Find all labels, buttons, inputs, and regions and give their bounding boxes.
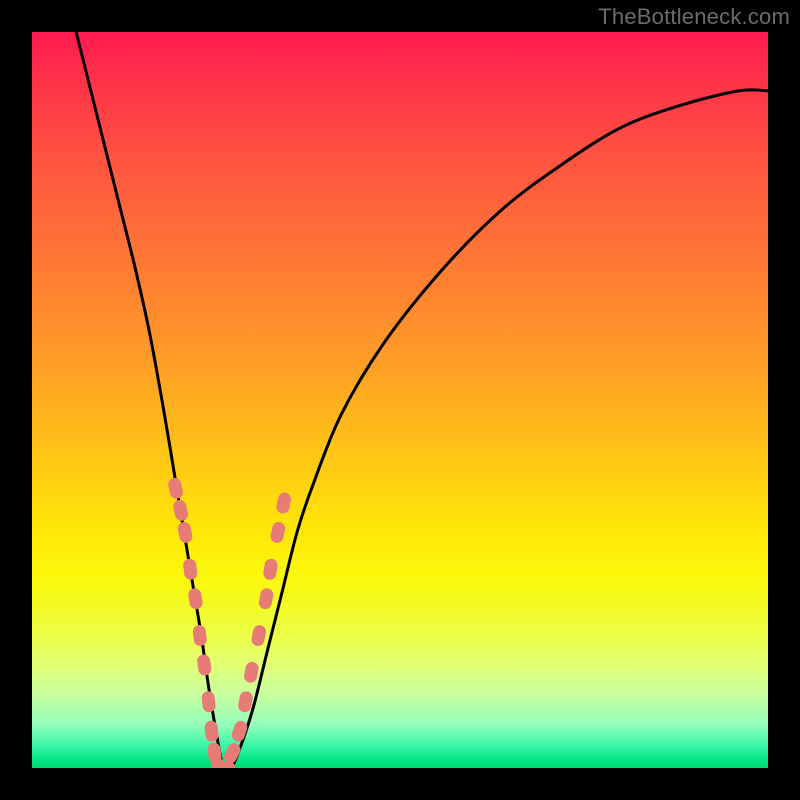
highlight-marker [276,492,292,514]
highlight-marker [188,588,203,610]
highlight-marker [167,477,183,499]
highlight-marker [270,521,286,543]
watermark-text: TheBottleneck.com [598,4,790,30]
highlight-marker [238,691,254,713]
highlight-marker [222,742,242,765]
highlight-marker [197,654,212,676]
highlight-marker [183,559,198,580]
highlight-marker [251,625,267,647]
chart-frame: TheBottleneck.com [0,0,800,800]
highlight-marker [173,499,189,521]
highlight-marker [193,625,207,646]
plot-area [32,32,768,768]
highlight-marker [177,521,193,543]
bottleneck-curve-path [76,32,768,768]
highlight-marker [258,588,274,610]
bottleneck-curve [76,32,768,768]
highlight-marker [231,720,249,743]
highlight-marker [201,691,215,712]
highlight-marker [205,721,219,742]
highlight-marker [243,661,259,683]
highlight-marker [263,559,278,581]
curve-layer [32,32,768,768]
